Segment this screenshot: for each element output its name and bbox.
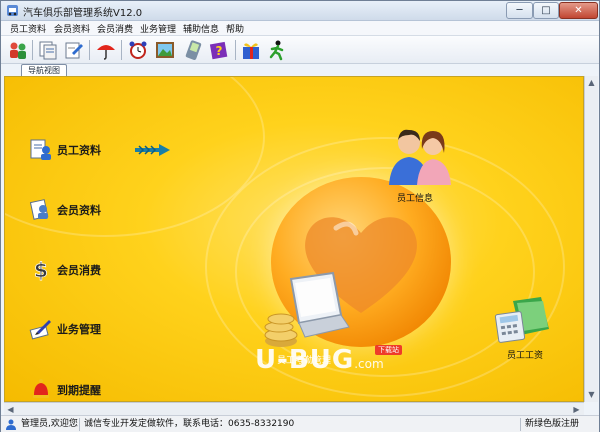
maximize-button[interactable]: □ (533, 2, 559, 19)
status-bar: 管理员,欢迎您 诚信专业开发定做软件，联系电话：0635-8332190 新绿色… (1, 415, 599, 432)
nav-label: 业务管理 (57, 323, 101, 336)
status-user: 管理员,欢迎您 (18, 418, 80, 431)
umbrella-icon[interactable] (95, 39, 117, 61)
staff-card-icon (30, 139, 51, 160)
laptop-coins-icon (264, 271, 350, 347)
feature-employee-info[interactable]: 员工信息 (385, 125, 455, 205)
folder-calculator-icon (494, 297, 549, 343)
navigation-view: 员工资料 会员资料 $ 会员消费 业务管理 到期提醒 员工信息 员工考勤管理 U… (4, 76, 584, 402)
close-button[interactable]: ✕ (559, 2, 598, 19)
window-title: 汽车俱乐部管理系统V12.0 (23, 8, 143, 19)
tab-strip: 导航视图 (1, 64, 599, 76)
nav-item-consumption[interactable]: $ 会员消费 (29, 257, 139, 283)
menu-consumption[interactable]: 会员消费 (97, 22, 133, 35)
toolbar-separator (235, 40, 236, 60)
feature-employee-salary[interactable]: 员工工资 (489, 295, 565, 365)
menu-business[interactable]: 业务管理 (140, 22, 176, 35)
nav-item-expiry-reminder[interactable]: 到期提醒 (29, 377, 139, 401)
menu-assist[interactable]: 辅助信息 (183, 22, 219, 35)
watermark-suffix: .com (354, 357, 384, 371)
people-icon (389, 129, 451, 185)
app-window: 汽车俱乐部管理系统V12.0 ─ □ ✕ 员工资料 会员资料 会员消费 业务管理… (0, 0, 600, 432)
nav-label: 会员资料 (57, 204, 101, 217)
feature-label: 员工信息 (397, 194, 434, 204)
nav-item-member[interactable]: 会员资料 (29, 197, 139, 223)
nav-item-staff[interactable]: 员工资料 (29, 137, 179, 163)
tab-navigation-view[interactable]: 导航视图 (21, 64, 67, 76)
title-bar: 汽车俱乐部管理系统V12.0 ─ □ ✕ (1, 1, 599, 21)
svg-text:?: ? (216, 44, 223, 58)
menu-bar: 员工资料 会员资料 会员消费 业务管理 辅助信息 帮助 (1, 21, 599, 36)
gift-icon[interactable] (240, 39, 262, 61)
menu-member[interactable]: 会员资料 (54, 22, 90, 35)
nav-label: 会员消费 (57, 264, 101, 277)
pen-paper-icon (29, 320, 51, 340)
minimize-button[interactable]: ─ (506, 2, 533, 19)
toolbar: ? (1, 36, 599, 64)
running-man-icon[interactable] (266, 39, 288, 61)
feature-label: 员工工资 (507, 351, 544, 361)
nav-label: 到期提醒 (57, 384, 101, 397)
nav-label: 员工资料 (57, 144, 101, 157)
status-version: 新绿色版注册 (525, 419, 580, 429)
watermark-badge: 下载站 (375, 345, 402, 355)
documents-icon[interactable] (37, 39, 59, 61)
menu-help[interactable]: 帮助 (226, 22, 244, 35)
app-icon (7, 5, 18, 16)
alarm-bell-icon (33, 379, 49, 398)
scroll-down-icon[interactable]: ▼ (585, 388, 598, 401)
member-card-icon (29, 199, 49, 220)
alarm-clock-icon[interactable] (127, 39, 149, 61)
toolbar-separator (121, 40, 122, 60)
horizontal-scrollbar[interactable]: ◀ ▶ (4, 402, 584, 415)
documents-edit-icon[interactable] (63, 39, 85, 61)
dollar-icon: $ (34, 258, 49, 281)
status-contact: 诚信专业开发定做软件，联系电话：0635-8332190 (81, 418, 521, 431)
arrow-right-icon (135, 144, 170, 156)
user-icon (6, 419, 16, 430)
picture-icon[interactable] (154, 39, 176, 61)
people-icon[interactable] (7, 39, 29, 61)
help-book-icon[interactable]: ? (208, 39, 230, 61)
scroll-up-icon[interactable]: ▲ (585, 76, 598, 89)
nav-item-business[interactable]: 业务管理 (29, 316, 139, 342)
watermark-logo: U-BUG.com 下载站 (255, 345, 402, 375)
watermark-text: U-BUG (255, 345, 355, 375)
svg-text:$: $ (34, 258, 48, 281)
device-icon[interactable] (182, 39, 204, 61)
vertical-scrollbar[interactable]: ▲ ▼ (584, 76, 598, 402)
menu-staff[interactable]: 员工资料 (10, 22, 46, 35)
toolbar-separator (32, 40, 33, 60)
toolbar-separator (89, 40, 90, 60)
